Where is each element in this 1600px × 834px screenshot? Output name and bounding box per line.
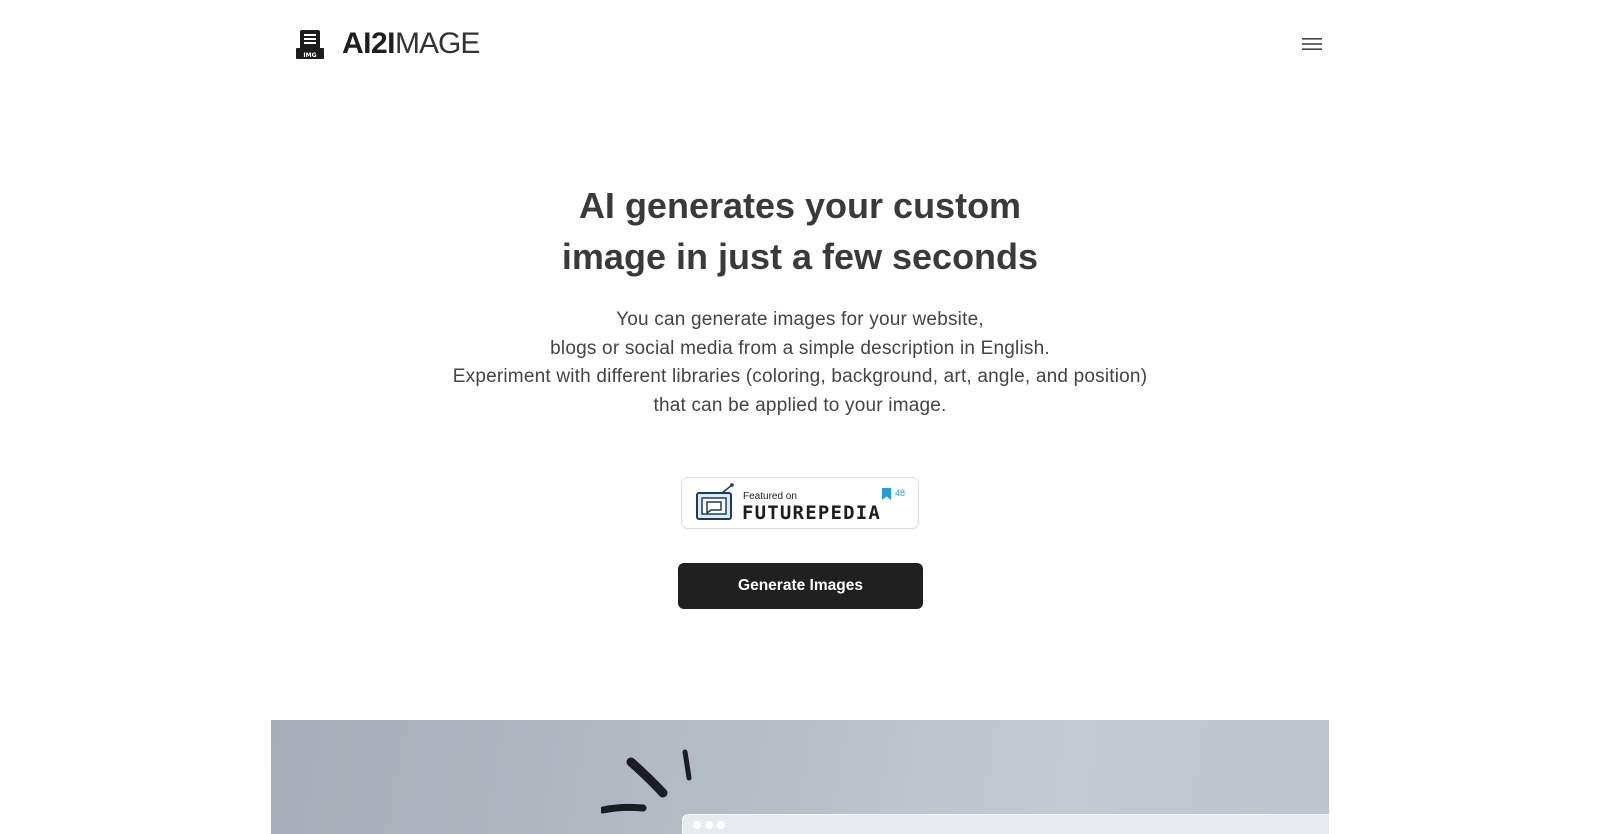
logo-text-bold: AI2I <box>342 27 396 60</box>
document-img-icon: IMG <box>296 30 324 59</box>
bookmark-icon <box>882 488 891 500</box>
hamburger-menu-button[interactable] <box>1300 34 1324 54</box>
app-preview-image <box>271 720 1329 834</box>
hero-description-line: blogs or social media from a simple desc… <box>550 337 1050 359</box>
site-logo[interactable]: IMG AI2IMAGE <box>296 27 480 60</box>
page: IMG AI2IMAGE AI generates your custom im… <box>0 0 1600 834</box>
logo-wordmark: AI2IMAGE <box>342 27 480 60</box>
hero-description-line: Experiment with different libraries (col… <box>452 366 1148 387</box>
sparkle-strokes-decoration <box>601 749 692 814</box>
window-dot-icon <box>717 821 725 829</box>
monitor-chat-icon <box>696 483 734 520</box>
svg-text:IMG: IMG <box>303 52 316 59</box>
hero-description-line: that can be applied to your image. <box>653 394 947 416</box>
generate-images-button[interactable]: Generate Images <box>678 563 923 609</box>
badge-count: 48 <box>895 488 906 498</box>
window-dot-icon <box>693 821 701 829</box>
window-controls <box>693 821 725 829</box>
badge-featured-text: Featured on <box>743 491 797 502</box>
window-dot-icon <box>705 821 713 829</box>
hero-title-line: image in just a few seconds <box>561 236 1039 277</box>
badge-brand-text: FUTUREPEDIA <box>742 502 882 524</box>
hero-title: AI generates your custom image in just a… <box>0 180 1600 282</box>
hero-title-line: AI generates your custom <box>578 185 1022 226</box>
site-header: IMG AI2IMAGE <box>0 0 1600 90</box>
hero-description-line: You can generate images for your website… <box>616 309 984 330</box>
logo-text-light: MAGE <box>395 27 480 60</box>
futurepedia-badge-link[interactable]: Featured on FUTUREPEDIA 48 <box>681 477 919 529</box>
hamburger-menu-icon <box>1302 38 1322 50</box>
browser-window-frame <box>682 814 1329 834</box>
hero-description: You can generate images for your website… <box>0 306 1600 420</box>
